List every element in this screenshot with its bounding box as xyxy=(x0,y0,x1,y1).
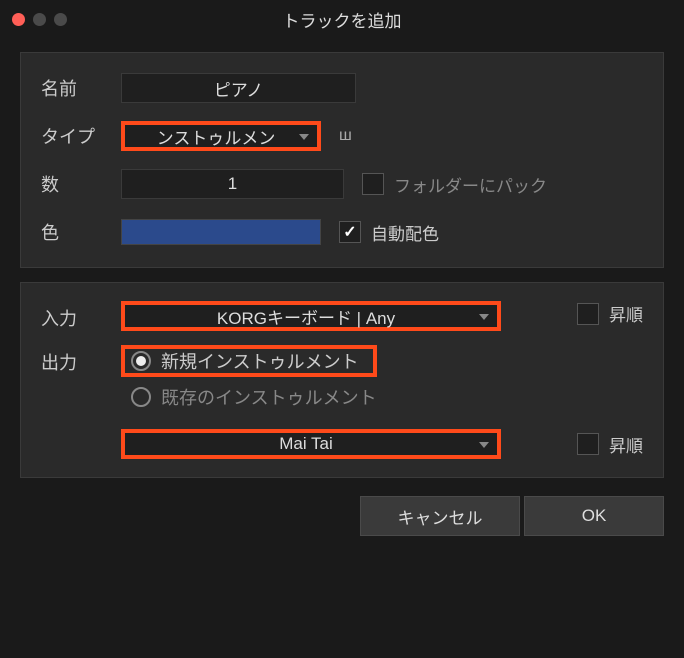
button-bar: キャンセル OK xyxy=(0,492,684,550)
output-label: 出力 xyxy=(41,345,121,375)
piano-icon: ш xyxy=(339,127,351,145)
titlebar: トラックを追加 xyxy=(0,0,684,38)
radio-new-instrument-row[interactable]: 新規インストゥルメント xyxy=(121,345,377,377)
radio-existing-instrument-row[interactable]: 既存のインストゥルメント xyxy=(121,381,377,413)
input-ascending-checkbox[interactable] xyxy=(577,303,599,325)
auto-color-label: 自動配色 xyxy=(371,220,439,245)
routing-panel: 入力 KORGキーボード | Any 昇順 出力 新規インストゥルメント 既存の… xyxy=(20,282,664,478)
count-label: 数 xyxy=(41,171,121,197)
instrument-value: Mai Tai xyxy=(279,434,333,454)
type-label: タイプ xyxy=(41,123,121,149)
name-label: 名前 xyxy=(41,75,121,101)
color-swatch[interactable] xyxy=(121,219,321,245)
input-label: 入力 xyxy=(41,301,121,331)
auto-color-checkbox[interactable] xyxy=(339,221,361,243)
count-input[interactable] xyxy=(121,169,344,199)
pack-folder-checkbox[interactable] xyxy=(362,173,384,195)
pack-folder-label: フォルダーにパック xyxy=(394,172,547,197)
window-title: トラックを追加 xyxy=(0,7,684,32)
type-value: ンストゥルメン xyxy=(157,124,276,149)
radio-new-instrument[interactable] xyxy=(131,351,151,371)
input-ascending-label: 昇順 xyxy=(609,301,643,326)
radio-existing-label: 既存のインストゥルメント xyxy=(161,384,377,410)
radio-existing-instrument[interactable] xyxy=(131,387,151,407)
input-device-dropdown[interactable]: KORGキーボード | Any xyxy=(121,301,501,331)
color-label: 色 xyxy=(41,219,121,245)
radio-new-label: 新規インストゥルメント xyxy=(161,348,359,374)
instrument-ascending-label: 昇順 xyxy=(609,432,643,457)
name-input[interactable] xyxy=(121,73,356,103)
type-dropdown[interactable]: ンストゥルメン xyxy=(121,121,321,151)
ok-button[interactable]: OK xyxy=(524,496,664,536)
track-properties-panel: 名前 タイプ ンストゥルメン ш 数 フォルダーにパック 色 自動配色 xyxy=(20,52,664,268)
instrument-ascending-checkbox[interactable] xyxy=(577,433,599,455)
instrument-dropdown[interactable]: Mai Tai xyxy=(121,429,501,459)
cancel-button[interactable]: キャンセル xyxy=(360,496,520,536)
input-device-value: KORGキーボード | Any xyxy=(217,304,395,329)
